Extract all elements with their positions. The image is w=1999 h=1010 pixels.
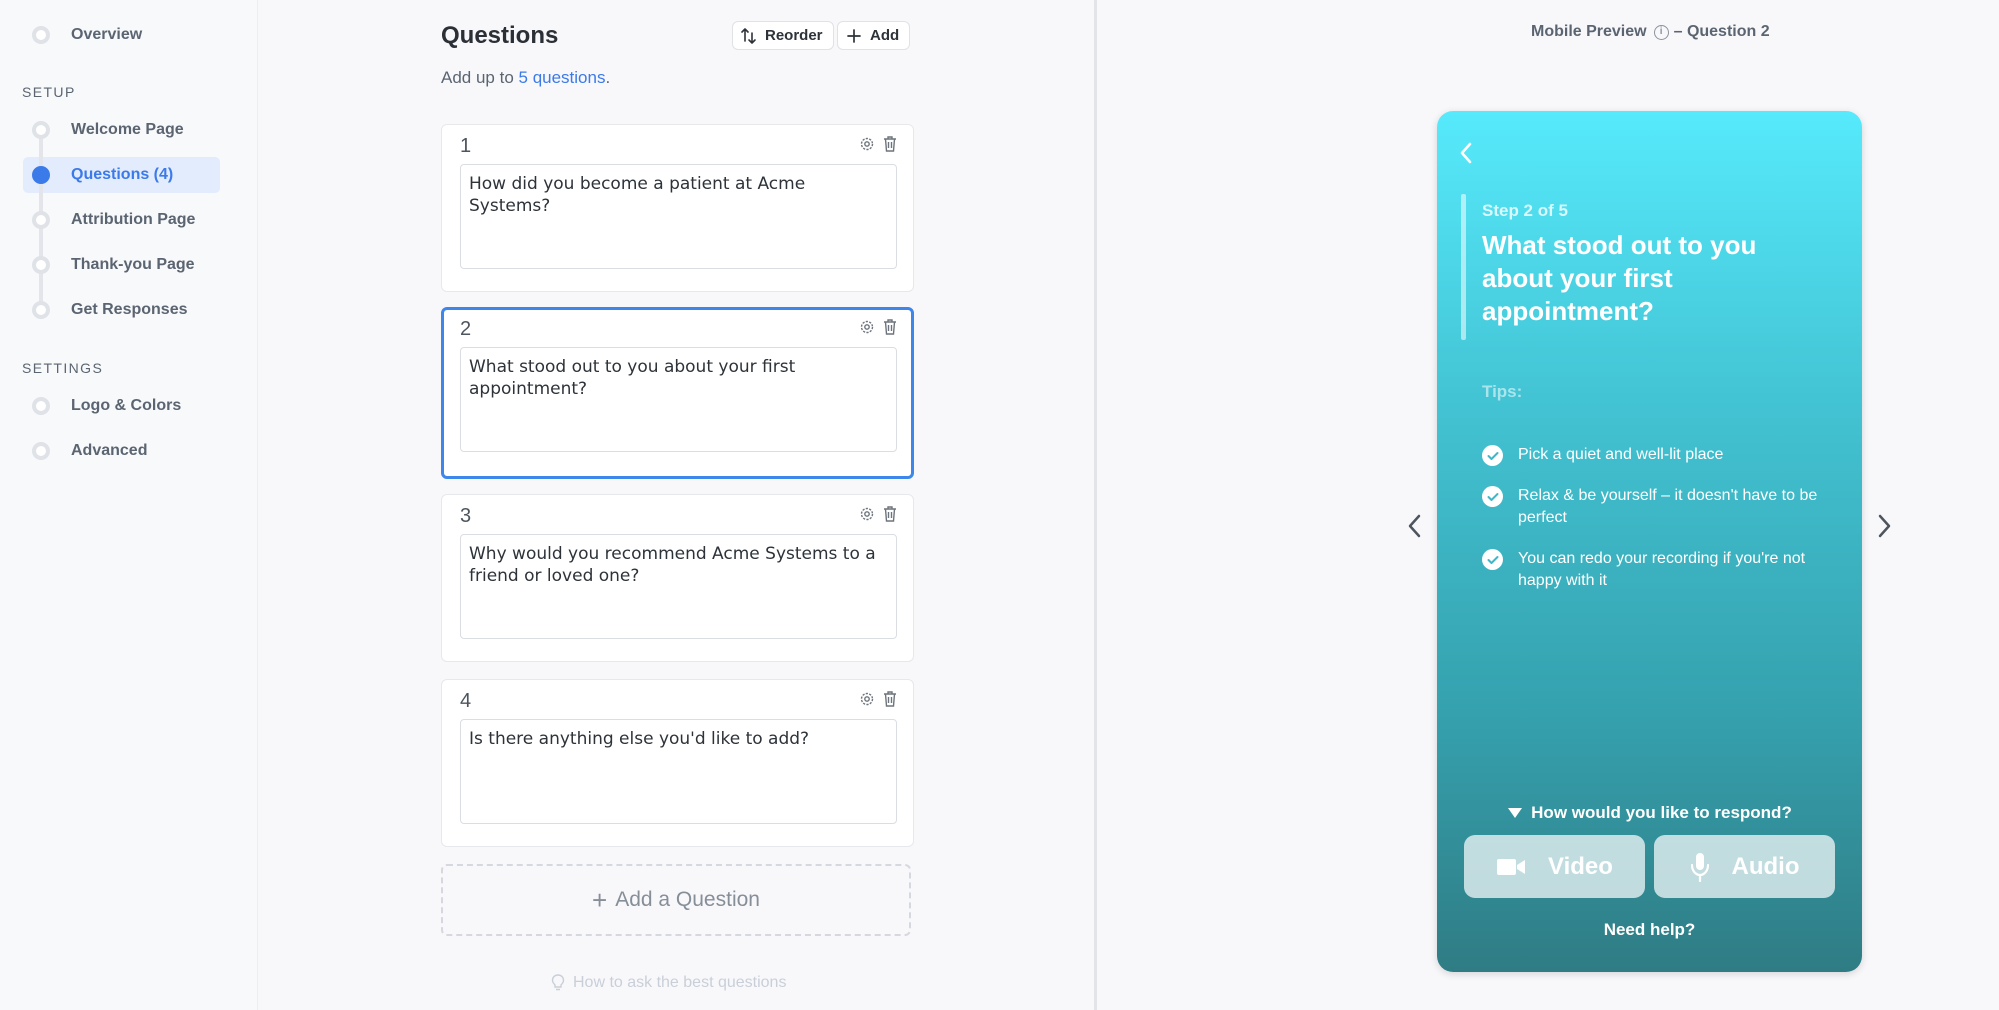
sidebar-item-overview[interactable]: Overview: [23, 17, 220, 53]
sidebar-item-label: Advanced: [71, 442, 148, 459]
add-button[interactable]: Add: [837, 21, 911, 50]
sidebar-item-label: Welcome Page: [71, 121, 184, 138]
gear-icon[interactable]: [859, 319, 875, 335]
check-icon: [1482, 445, 1503, 466]
tip-item: Relax & be yourself – it doesn't have to…: [1482, 485, 1822, 529]
next-question-arrow-icon[interactable]: [1877, 514, 1891, 538]
reorder-button-label: Reorder: [765, 27, 823, 44]
question-text-field[interactable]: Is there anything else you'd like to add…: [460, 719, 897, 824]
add-question-label: Add a Question: [615, 888, 760, 911]
mobile-preview-panel: Mobile Preview i – Question 2 Step 2 of …: [1097, 0, 1999, 1010]
sidebar-item-label: Overview: [71, 26, 143, 43]
need-help-link[interactable]: Need help?: [1437, 920, 1862, 940]
settings-section-label: SETTINGS: [22, 360, 104, 376]
gear-icon[interactable]: [859, 136, 875, 152]
trash-icon[interactable]: [883, 319, 897, 335]
question-card-active: 2 What stood out to you about your first…: [441, 307, 914, 479]
video-label: Video: [1548, 852, 1613, 880]
trash-icon[interactable]: [883, 506, 897, 522]
trash-icon[interactable]: [883, 691, 897, 707]
question-number: 2: [460, 318, 472, 340]
audio-response-button[interactable]: Audio: [1654, 835, 1835, 898]
sidebar-item-label: Get Responses: [71, 301, 188, 318]
respond-label: How would you like to respond?: [1531, 803, 1792, 822]
sidebar-item-advanced[interactable]: Advanced: [23, 433, 220, 469]
trash-icon[interactable]: [883, 136, 897, 152]
back-arrow-icon[interactable]: [1459, 141, 1473, 165]
video-response-button[interactable]: Video: [1464, 835, 1645, 898]
question-card: 1 How did you become a patient at Acme S…: [441, 124, 914, 292]
respond-toggle[interactable]: How would you like to respond?: [1437, 803, 1862, 823]
step-dot-icon: [32, 26, 50, 44]
sidebar: Overview SETUP Welcome Page Questions (4…: [0, 0, 258, 1010]
lightbulb-icon: [551, 974, 565, 991]
step-dot-icon: [32, 211, 50, 229]
step-dot-icon: [32, 121, 50, 139]
caret-down-icon: [1508, 808, 1523, 818]
tip-text: Pick a quiet and well-lit place: [1518, 446, 1724, 463]
check-icon: [1482, 549, 1503, 570]
question-number: 4: [460, 690, 472, 712]
step-dot-icon: [32, 397, 50, 415]
preview-question: What stood out to you about your first a…: [1482, 230, 1757, 326]
tip-item: You can redo your recording if you're no…: [1482, 548, 1822, 592]
sidebar-item-welcome-page[interactable]: Welcome Page: [23, 112, 220, 148]
info-icon[interactable]: i: [1653, 24, 1669, 40]
sidebar-item-attribution-page[interactable]: Attribution Page: [23, 202, 220, 238]
question-card: 3 Why would you recommend Acme Systems t…: [441, 494, 914, 662]
question-card: 4 Is there anything else you'd like to a…: [441, 679, 914, 847]
previous-question-arrow-icon[interactable]: [1408, 514, 1422, 538]
subtitle-prefix: Add up to: [441, 68, 519, 87]
setup-section-label: SETUP: [22, 84, 76, 100]
tip-text: Relax & be yourself – it doesn't have to…: [1518, 487, 1818, 526]
sidebar-item-get-responses[interactable]: Get Responses: [23, 292, 220, 328]
preview-title-label: Mobile Preview: [1531, 23, 1647, 40]
sidebar-item-thank-you-page[interactable]: Thank-you Page: [23, 247, 220, 283]
add-button-label: Add: [870, 27, 900, 44]
sidebar-item-logo-colors[interactable]: Logo & Colors: [23, 388, 220, 424]
gear-icon[interactable]: [859, 506, 875, 522]
preview-title-suffix: – Question 2: [1673, 23, 1770, 40]
question-text-field[interactable]: Why would you recommend Acme Systems to …: [460, 534, 897, 639]
step-accent-bar: [1461, 194, 1466, 340]
phone-preview: Step 2 of 5 What stood out to you about …: [1437, 111, 1862, 972]
step-label: Step 2 of 5: [1482, 201, 1568, 220]
step-dot-icon: [32, 166, 50, 184]
gear-icon[interactable]: [859, 691, 875, 707]
page-title: Questions: [441, 22, 559, 49]
sidebar-item-label: Logo & Colors: [71, 397, 182, 414]
sidebar-item-label: Questions (4): [71, 166, 174, 183]
add-question-button[interactable]: + Add a Question: [441, 864, 911, 936]
questions-editor: Questions Reorder Add Add up to 5 questi…: [258, 0, 1094, 1010]
best-questions-label: How to ask the best questions: [573, 974, 787, 991]
reorder-icon: [741, 27, 756, 44]
question-number: 1: [460, 135, 472, 157]
question-text-field[interactable]: What stood out to you about your first a…: [460, 347, 897, 452]
step-dot-icon: [32, 442, 50, 460]
plus-icon: +: [592, 884, 608, 915]
sidebar-item-questions[interactable]: Questions (4): [23, 157, 220, 193]
step-dot-icon: [32, 256, 50, 274]
sidebar-item-label: Thank-you Page: [71, 256, 195, 273]
microphone-icon: [1690, 852, 1709, 882]
step-dot-icon: [32, 301, 50, 319]
audio-label: Audio: [1731, 852, 1800, 880]
tip-text: You can redo your recording if you're no…: [1518, 550, 1806, 589]
plus-icon: [847, 28, 861, 43]
subtitle: Add up to 5 questions.: [441, 68, 610, 88]
reorder-button[interactable]: Reorder: [732, 21, 834, 50]
video-camera-icon: [1497, 858, 1526, 875]
question-text-field[interactable]: How did you become a patient at Acme Sys…: [460, 164, 897, 269]
questions-limit-link[interactable]: 5 questions: [519, 68, 606, 87]
sidebar-item-label: Attribution Page: [71, 211, 196, 228]
subtitle-suffix: .: [605, 68, 611, 87]
question-number: 3: [460, 505, 472, 527]
tips-label: Tips:: [1482, 382, 1523, 401]
best-questions-link[interactable]: How to ask the best questions: [551, 974, 786, 992]
check-icon: [1482, 486, 1503, 507]
preview-title: Mobile Preview i – Question 2: [1531, 23, 1770, 41]
tip-item: Pick a quiet and well-lit place: [1482, 444, 1822, 466]
